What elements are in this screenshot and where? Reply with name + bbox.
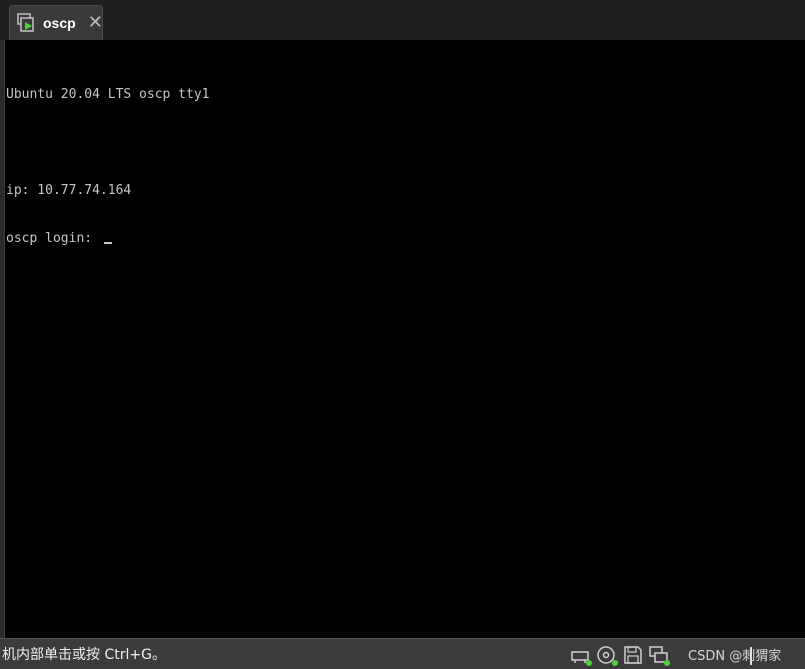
network-adapter-icon[interactable] [570, 644, 592, 666]
status-bar: 机内部单击或按 Ctrl+G。 CSDN @刺猬家 [0, 638, 805, 669]
vm-console[interactable]: Ubuntu 20.04 LTS oscp tty1 ip: 10.77.74.… [4, 40, 805, 638]
text-cursor [103, 242, 112, 244]
tab-title: oscp [43, 15, 76, 31]
status-divider [750, 647, 752, 665]
tab-oscp[interactable]: oscp ✕ [9, 5, 103, 40]
status-hint: 机内部单击或按 Ctrl+G。 [2, 647, 166, 663]
console-line: ip: 10.77.74.164 [6, 183, 132, 198]
cd-drive-icon[interactable] [596, 644, 618, 666]
display-icon[interactable] [648, 644, 670, 666]
device-icons [570, 643, 670, 667]
login-prompt-line: oscp login: [6, 231, 805, 247]
floppy-drive-icon[interactable] [622, 644, 644, 666]
tab-bar: oscp ✕ [0, 0, 805, 40]
close-icon[interactable]: ✕ [88, 14, 103, 32]
login-prompt: oscp login: [6, 231, 100, 246]
watermark: CSDN @刺猬家 [688, 649, 782, 664]
vm-running-icon [17, 13, 37, 33]
console-line: Ubuntu 20.04 LTS oscp tty1 [6, 87, 210, 102]
